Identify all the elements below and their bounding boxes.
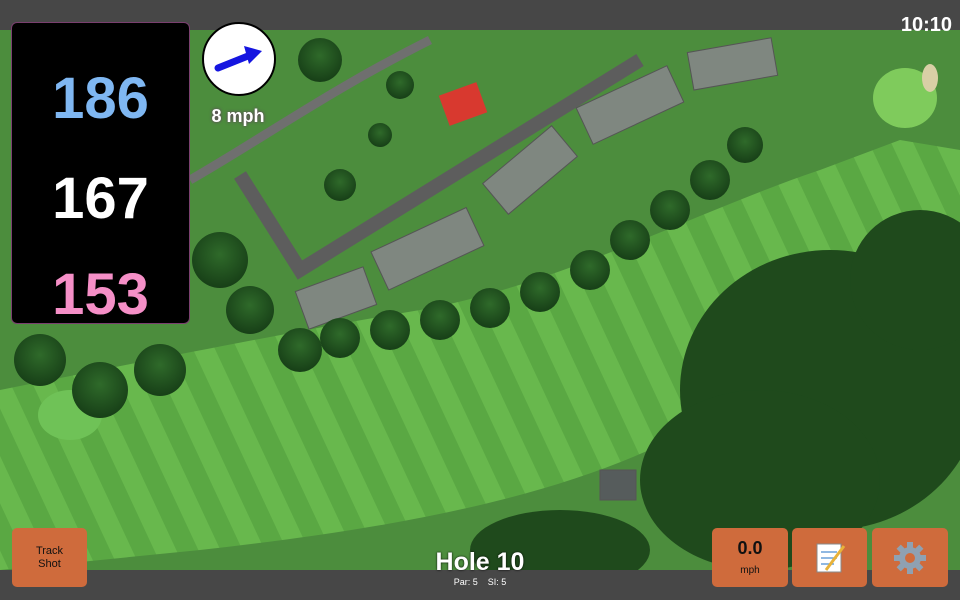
arrow-right-up-icon: [214, 46, 262, 72]
wind-indicator: [202, 22, 276, 96]
speed-button[interactable]: 0.0 mph: [712, 528, 788, 587]
wind-speed: 8 mph: [211, 106, 265, 126]
speed-unit: mph: [740, 565, 760, 576]
notes-button[interactable]: [792, 528, 867, 587]
distance-front: 153: [52, 262, 149, 327]
distance-back: 186: [52, 66, 149, 131]
speed-value: 0.0: [737, 538, 763, 558]
bunker: [922, 64, 938, 92]
notepad-icon: [816, 543, 846, 573]
clock: 10:10: [900, 14, 952, 36]
distance-panel: 186 167 153: [11, 22, 190, 327]
hole-stroke-index: SI: 5: [487, 577, 507, 587]
track-shot-label: Track Shot: [35, 544, 64, 570]
gear-icon: [894, 542, 926, 574]
settings-button[interactable]: [872, 528, 948, 587]
hole-par: Par: 5: [453, 577, 478, 587]
track-shot-button[interactable]: Track Shot: [12, 528, 87, 587]
distance-middle: 167: [52, 166, 149, 231]
hole-meta: Par: 5 SI: 5: [440, 577, 520, 587]
hole-title: Hole 10: [435, 548, 525, 576]
